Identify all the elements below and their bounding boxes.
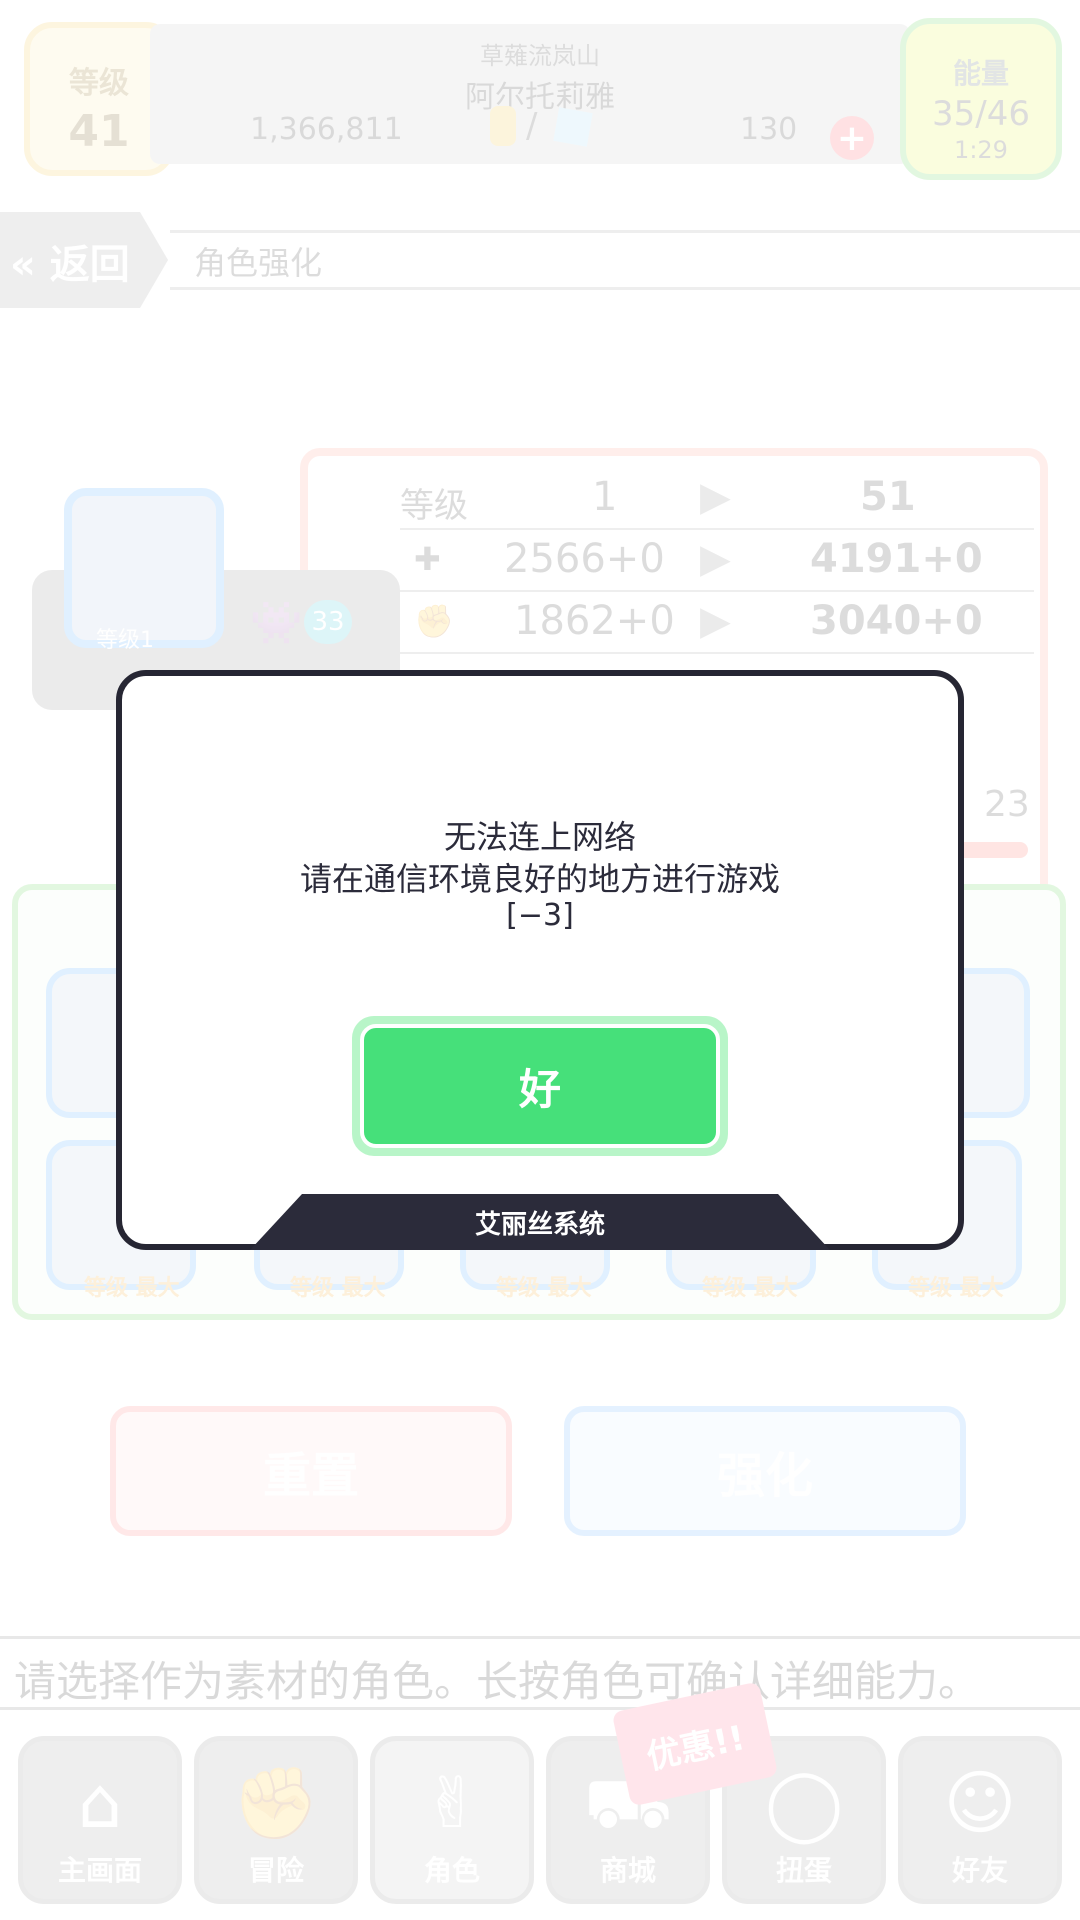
game-screen: 等级 41 草薙流岚山 阿尔托莉雅 1,366,811 / 130 + 能量 3… (0, 0, 1080, 1920)
ok-label: 好 (518, 1064, 561, 1114)
dialog-error-code: [−3] (506, 898, 574, 933)
dialog-footer: 艾丽丝系统 (250, 1194, 830, 1250)
ok-button-face[interactable]: 好 (360, 1024, 720, 1148)
dialog-footer-text: 艾丽丝系统 (474, 1209, 605, 1240)
dialog-message-line2: 请在通信环境良好的地方进行游戏 (299, 860, 780, 898)
dialog-message-line1: 无法连上网络 (443, 818, 636, 856)
error-dialog (116, 670, 964, 1250)
ok-button[interactable]: 好 (352, 1016, 728, 1156)
